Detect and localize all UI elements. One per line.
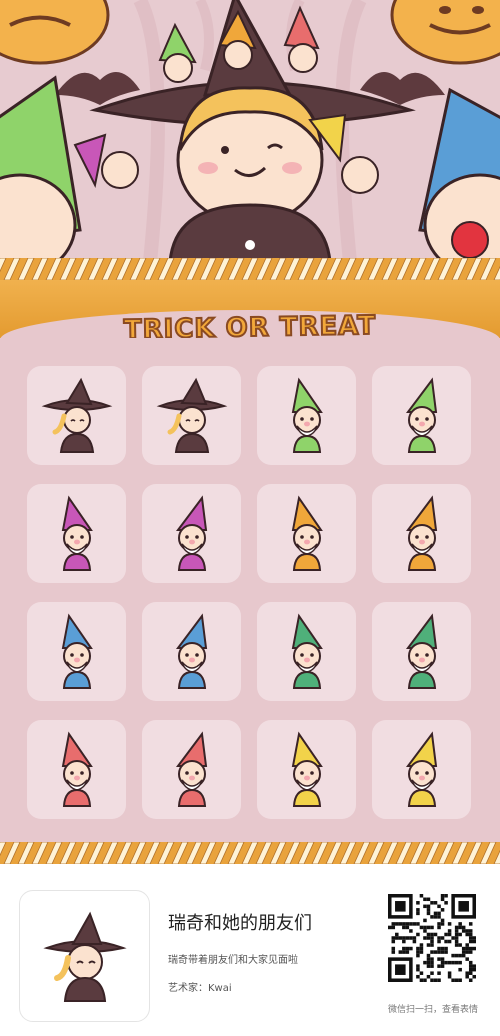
sticker-tile[interactable] — [372, 720, 471, 819]
sticker-tile[interactable] — [372, 602, 471, 701]
yellow-gnome-sticker-1-icon — [291, 730, 323, 807]
rope-divider-top — [0, 258, 500, 280]
blue-gnome-sticker-2-icon — [175, 612, 207, 689]
sticker-tile[interactable] — [27, 602, 126, 701]
sticker-tile[interactable] — [142, 602, 241, 701]
footer: 瑞奇和她的朋友们 瑞奇带着朋友们和大家见面啦 艺术家：Kwai 微信扫一扫，查看… — [0, 864, 500, 1036]
green-gnome-sticker-4-icon — [405, 612, 437, 689]
orange-gnome-sticker-1-icon — [291, 494, 323, 571]
sticker-tile[interactable] — [257, 602, 356, 701]
sticker-grid — [27, 366, 475, 819]
sticker-tile[interactable] — [27, 366, 126, 465]
sticker-tile[interactable] — [257, 484, 356, 583]
sticker-tile[interactable] — [142, 720, 241, 819]
sticker-tile[interactable] — [257, 720, 356, 819]
orange-gnome-sticker-2-icon — [405, 494, 437, 571]
red-gnome-sticker-2-icon — [175, 730, 207, 807]
pack-description: 瑞奇带着朋友们和大家见面啦 — [168, 955, 298, 966]
blue-gnome-sticker-1-icon — [61, 612, 93, 689]
sticker-tile[interactable] — [142, 484, 241, 583]
sticker-tile[interactable] — [142, 366, 241, 465]
yellow-gnome-sticker-2-icon — [405, 730, 437, 807]
witch-sticker-1-icon — [41, 377, 112, 453]
sticker-tile[interactable] — [372, 484, 471, 583]
pack-cover-card[interactable] — [19, 890, 150, 1022]
pack-title: 瑞奇和她的朋友们 — [168, 913, 312, 934]
sticker-tile[interactable] — [27, 484, 126, 583]
artist-label[interactable]: 艺术家：Kwai — [168, 979, 232, 994]
header-banner-illustration — [0, 0, 500, 262]
green-gnome-sticker-3-icon — [291, 612, 323, 689]
qr-code-icon[interactable] — [388, 894, 476, 982]
sticker-tile[interactable] — [27, 720, 126, 819]
red-gnome-sticker-1-icon — [61, 730, 93, 807]
rope-divider-bottom — [0, 842, 500, 864]
qr-caption: 微信扫一扫，查看表情 — [387, 1005, 478, 1015]
sticker-tile[interactable] — [257, 366, 356, 465]
sticker-grid-area — [0, 338, 500, 846]
witch-sticker-2-icon — [156, 377, 227, 453]
green-gnome-sticker-1-icon — [291, 376, 323, 453]
pink-gnome-sticker-1-icon — [61, 494, 93, 571]
pink-gnome-sticker-2-icon — [175, 494, 207, 571]
green-gnome-sticker-2-icon — [405, 376, 437, 453]
sticker-tile[interactable] — [372, 366, 471, 465]
witch-avatar-icon — [42, 911, 127, 1002]
